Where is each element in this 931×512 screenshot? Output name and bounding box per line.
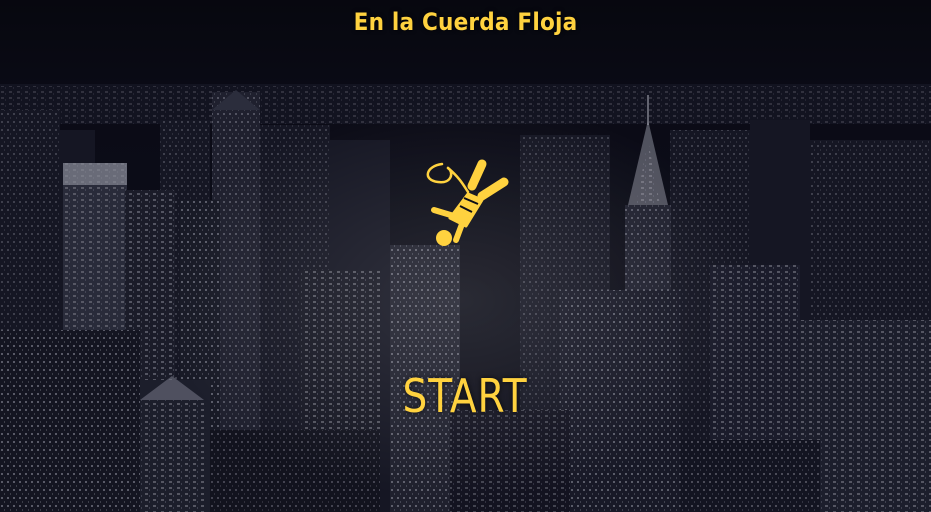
start-button[interactable]: START [393,362,538,430]
title-screen: En la Cuerda Floja START [0,0,931,512]
tightrope-walker-icon [426,159,509,246]
game-title: En la Cuerda Floja [353,8,578,36]
